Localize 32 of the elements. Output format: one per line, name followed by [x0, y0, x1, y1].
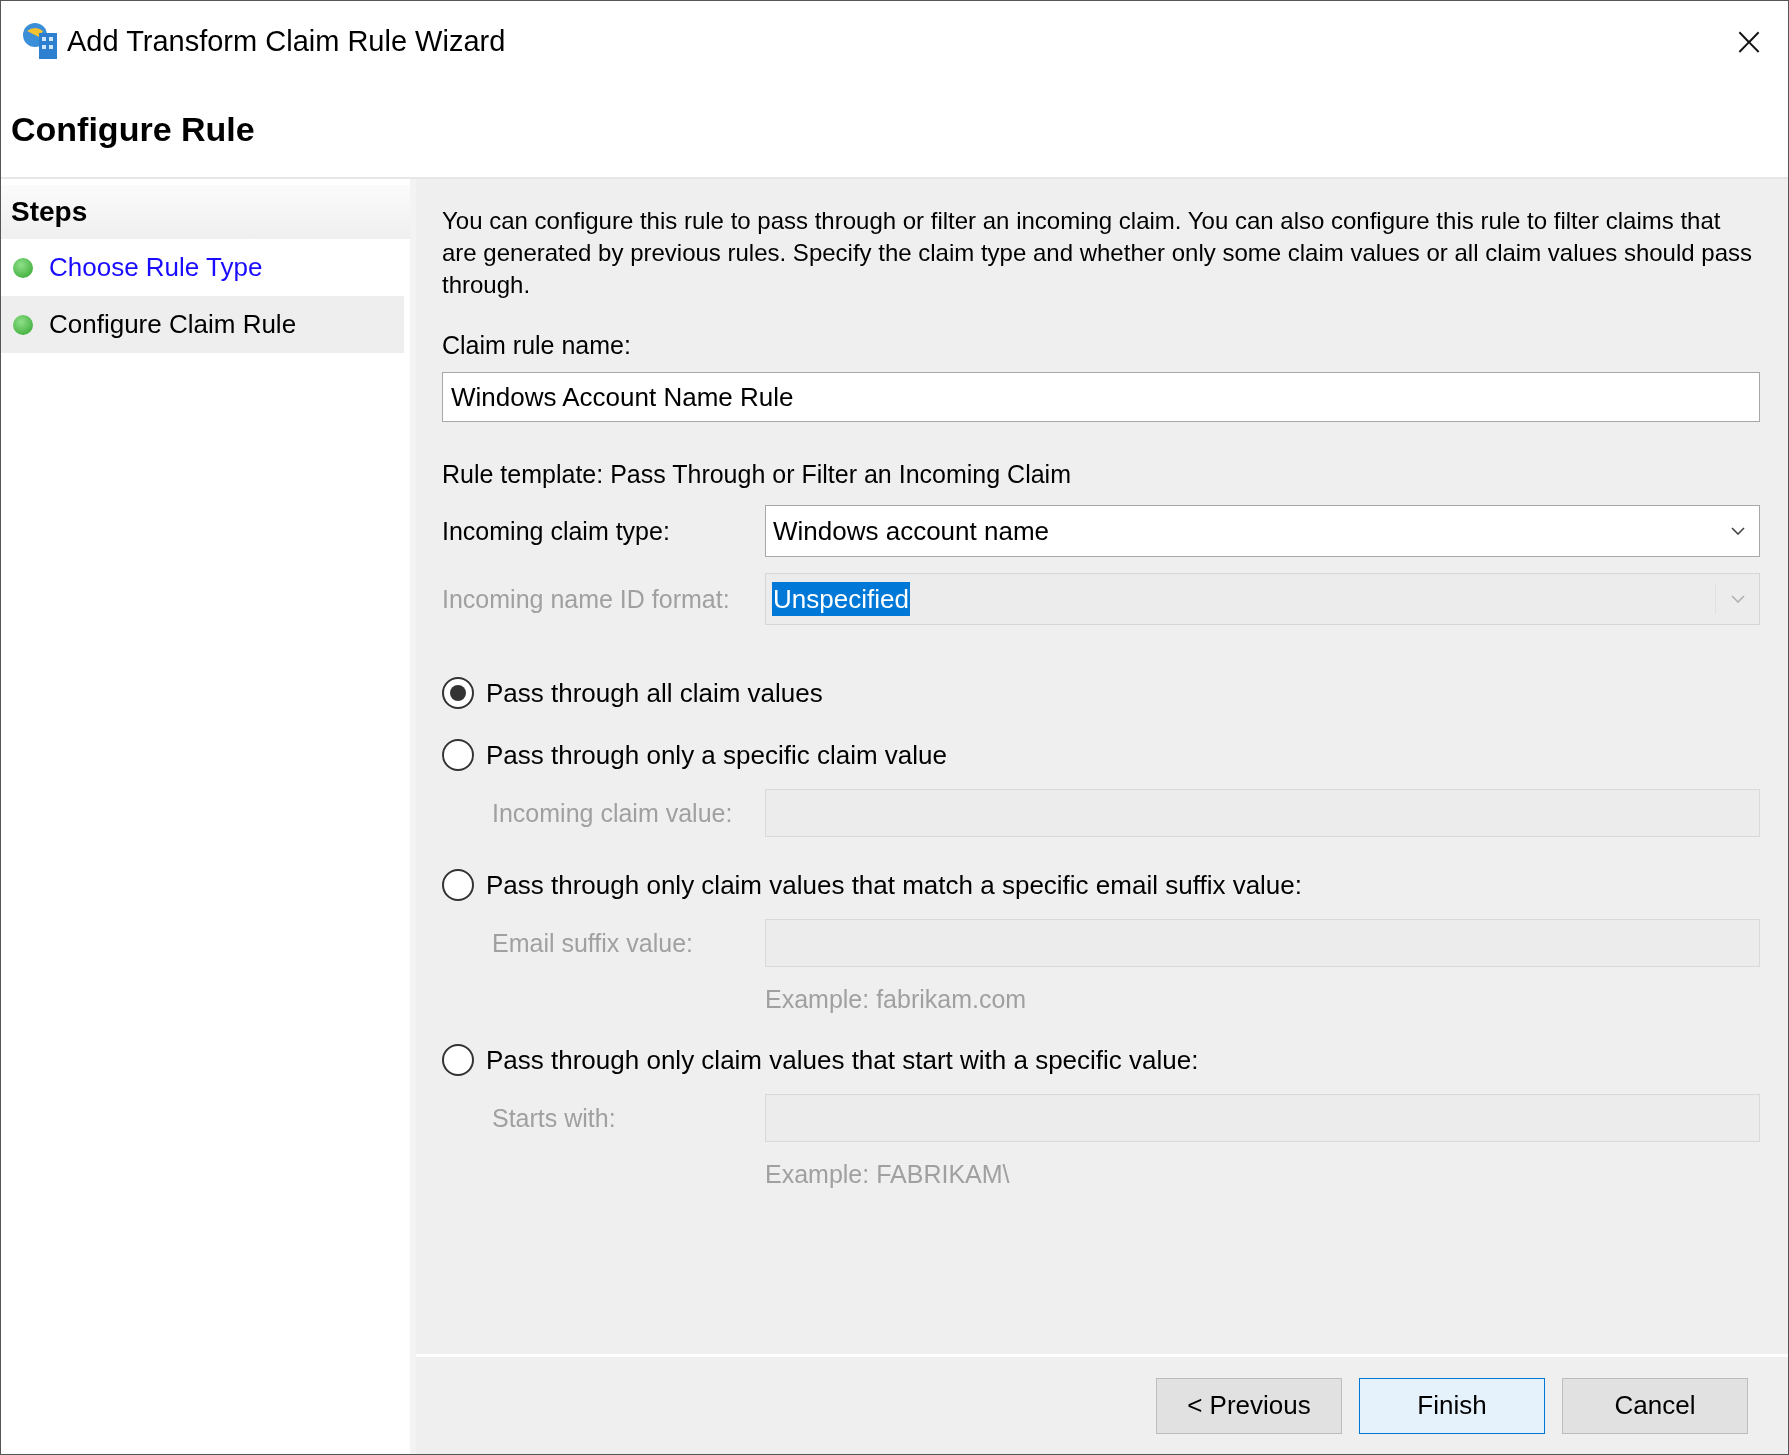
status-dot-icon: [13, 314, 33, 335]
field-label: Starts with:: [492, 1103, 616, 1132]
option-label: Pass through only claim values that start with a specific value:: [486, 1044, 1199, 1076]
field-label: Incoming claim value:: [492, 798, 733, 827]
radio-button[interactable]: [442, 677, 474, 709]
page-title: Configure Rule: [11, 109, 255, 149]
dropdown[interactable]: Windows account name: [765, 505, 1760, 557]
status-dot-icon: [13, 257, 33, 278]
field-label: Incoming claim type:: [442, 516, 670, 545]
step-item[interactable]: Configure Claim Rule: [1, 296, 404, 353]
wizard-button[interactable]: < Previous: [1156, 1377, 1342, 1434]
caret-icon: [1730, 595, 1745, 603]
example-hint: Example: FABRIKAM\: [765, 1160, 1011, 1189]
field-label: Email suffix value:: [492, 928, 693, 957]
claim-rule-name-field[interactable]: Windows Account Name Rule: [442, 372, 1760, 422]
radio-button[interactable]: [442, 869, 474, 901]
field-label: Incoming name ID format:: [442, 584, 730, 613]
steps-heading: Steps: [1, 185, 410, 239]
option-label: Pass through only claim values that match a specific email suffix value:: [486, 869, 1303, 901]
rule-template-text: Rule template: Pass Through or Filter an Incoming Claim: [442, 460, 1072, 489]
radio-button[interactable]: [442, 739, 474, 771]
radio-button[interactable]: [442, 1044, 474, 1076]
wizard-button[interactable]: Finish: [1359, 1377, 1545, 1434]
caret-icon: [1730, 527, 1745, 535]
option-label: Pass through all claim values: [486, 677, 823, 709]
field-label: Claim rule name:: [442, 331, 632, 360]
description-text: You can configure this rule to pass through or filter an incoming claim. You can also configure this rule to filter claims that are generated by previous rules. Specify the claim type and whether only some claim values or all claim values should pass through.: [442, 206, 1753, 300]
close-button[interactable]: ×: [1724, 16, 1774, 66]
wizard-button[interactable]: Cancel: [1562, 1377, 1748, 1434]
example-hint: Example: fabrikam.com: [765, 985, 1028, 1014]
window-title: Add Transform Claim Rule Wizard: [67, 24, 507, 58]
option-label: Pass through only a specific claim value: [486, 739, 947, 771]
